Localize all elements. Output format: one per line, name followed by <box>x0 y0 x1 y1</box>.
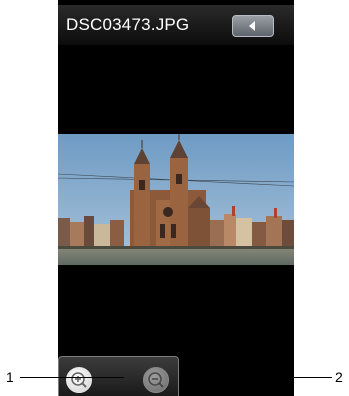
zoom-in-icon <box>71 372 87 388</box>
manual-figure: DSC03473.JPG 1 2 <box>0 0 349 396</box>
title-bar: DSC03473.JPG <box>58 5 294 45</box>
back-arrow-icon <box>249 21 255 31</box>
zoom-toolbar <box>58 356 179 396</box>
callout-number-2: 2 <box>335 369 343 385</box>
zoom-in-button[interactable] <box>66 367 92 393</box>
photo-image[interactable] <box>58 134 294 265</box>
file-name-label: DSC03473.JPG <box>66 15 190 34</box>
callout-number-1: 1 <box>6 369 14 385</box>
callout-line-2 <box>230 377 332 378</box>
callout-line-1 <box>20 377 124 378</box>
back-button[interactable] <box>232 15 274 37</box>
zoom-out-button[interactable] <box>143 367 169 393</box>
photo-viewer-screen: DSC03473.JPG <box>58 0 294 396</box>
zoom-out-icon <box>148 372 164 388</box>
